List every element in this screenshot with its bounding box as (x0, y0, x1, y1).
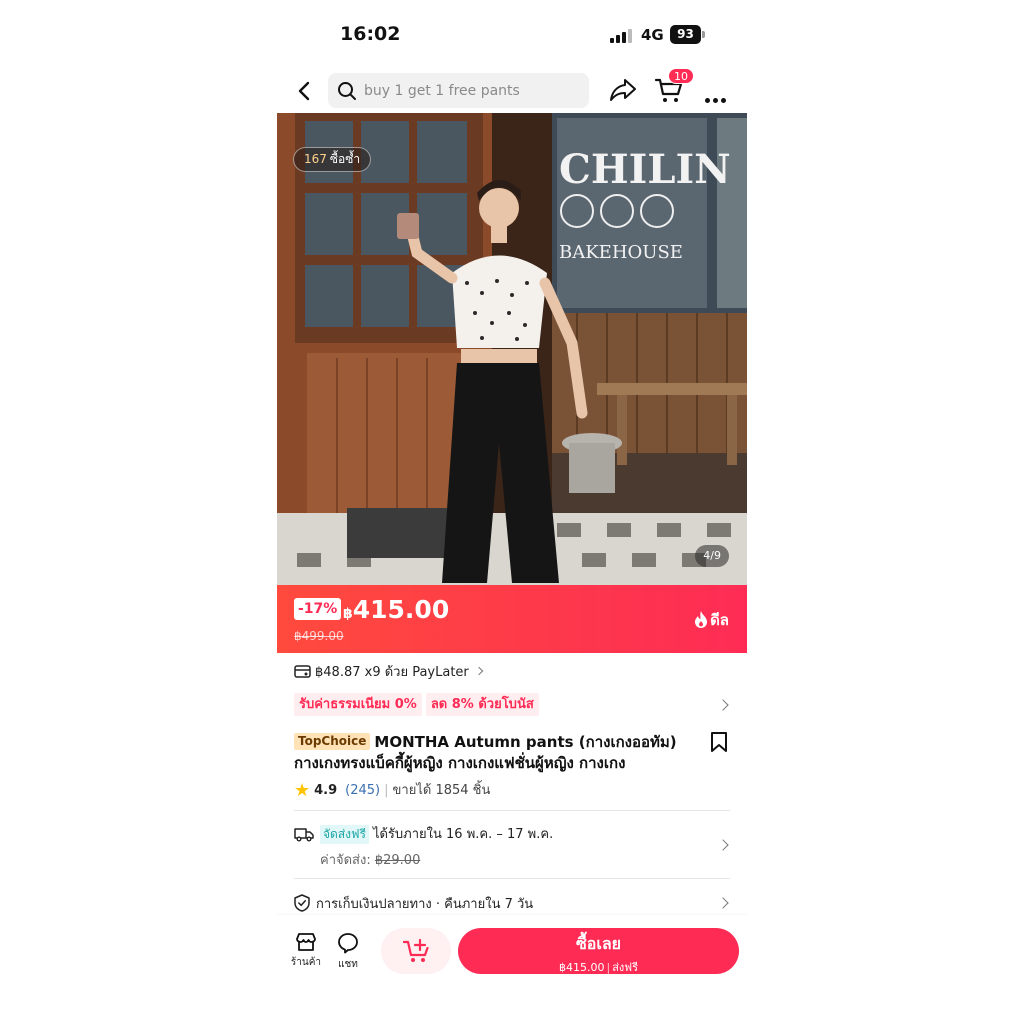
divider (294, 810, 730, 811)
sold-count: ขายได้ 1854 ชิ้น (392, 783, 491, 798)
promo-tag: รับค่าธรรมเนียม 0% (294, 693, 422, 716)
more-options-icon[interactable] (705, 88, 729, 107)
share-icon[interactable] (609, 77, 637, 103)
reorder-badge: 167 ซื้อซ้ำ (293, 147, 372, 172)
free-shipping-tag: จัดส่งฟรี (320, 825, 369, 844)
shipping-row[interactable]: จัดส่งฟรี ได้รับภายใน 16 พ.ค. – 17 พ.ค. (294, 823, 553, 844)
discount-badge: -17% (294, 598, 342, 620)
divider (294, 878, 730, 879)
review-count[interactable]: (245) (345, 783, 380, 798)
delivery-truck-icon (294, 828, 314, 842)
search-icon (338, 82, 356, 100)
top-nav: 10 (277, 68, 747, 112)
paylater-row[interactable]: ฿48.87 x9 ด้วย PayLater (294, 661, 484, 682)
battery-icon: 93 (670, 25, 701, 44)
status-bar: 16:02 4G 93 (277, 0, 747, 70)
promo-tags[interactable]: รับค่าธรรมเนียม 0% ลด 8% ด้วยโบนัส (294, 693, 543, 716)
chat-icon (338, 933, 358, 954)
star-icon: ★ (294, 780, 311, 801)
deal-label: ดีล (694, 608, 729, 632)
network-type: 4G (641, 26, 664, 44)
cod-return-row[interactable]: การเก็บเงินปลายทาง · คืนภายใน 7 วัน (294, 893, 533, 914)
current-price: ฿415.00 (343, 595, 450, 624)
bottom-action-bar: ร้านค้า แชท ซื้อเลย ฿415.00 | ส่งฟรี (277, 915, 747, 1024)
product-title: TopChoice MONTHA Autumn pants (กางเกงออทั… (294, 733, 677, 772)
product-page: 16:02 4G 93 10 (277, 0, 747, 1024)
chevron-right-icon[interactable] (717, 897, 729, 909)
add-to-cart-button[interactable] (381, 928, 451, 974)
chat-button[interactable]: แชท (328, 932, 368, 972)
shield-check-icon (294, 894, 310, 912)
status-time: 16:02 (340, 23, 401, 45)
promo-tag: ลด 8% ด้วยโบนัส (425, 693, 539, 716)
signal-icon (610, 27, 634, 43)
battery-tip (702, 31, 705, 38)
svg-text:CHILIN: CHILIN (559, 146, 731, 193)
search-bar[interactable] (328, 73, 589, 108)
product-image[interactable]: CHILIN BAKEHOUSE 167 ซื้อซ้ำ 4/9 (277, 113, 747, 585)
svg-text:BAKEHOUSE: BAKEHOUSE (559, 242, 683, 263)
delivery-estimate: ได้รับภายใน 16 พ.ค. – 17 พ.ค. (372, 827, 554, 842)
buy-now-label: ซื้อเลย (575, 934, 622, 953)
product-photo-illustration: CHILIN BAKEHOUSE (277, 113, 747, 585)
image-counter: 4/9 (695, 545, 729, 567)
shipping-fee: ค่าจัดส่ง: ฿29.00 (320, 853, 421, 868)
shop-button[interactable]: ร้านค้า (286, 932, 326, 970)
search-input[interactable] (364, 78, 579, 103)
original-price: ฿499.00 (294, 629, 344, 643)
rating-score: 4.9 (314, 783, 338, 798)
buy-now-button[interactable]: ซื้อเลย ฿415.00 | ส่งฟรี (458, 928, 739, 974)
bookmark-icon[interactable] (709, 731, 729, 753)
cart-count-badge: 10 (668, 68, 694, 84)
price-bar: -17% ฿415.00 ฿499.00 ดีล (277, 585, 747, 653)
add-cart-icon (403, 938, 429, 962)
flame-icon (695, 611, 708, 628)
shop-icon (296, 933, 316, 951)
buy-now-subtext: ฿415.00 | ส่งฟรี (559, 961, 638, 974)
rating-row[interactable]: ★ 4.9 (245) | ขายได้ 1854 ชิ้น (294, 779, 490, 801)
topchoice-badge: TopChoice (294, 733, 371, 750)
chevron-right-icon[interactable] (717, 839, 729, 851)
chevron-right-icon[interactable] (717, 699, 729, 711)
chevron-right-icon (474, 666, 484, 676)
installment-icon (294, 665, 311, 678)
back-arrow-icon[interactable] (293, 79, 317, 103)
